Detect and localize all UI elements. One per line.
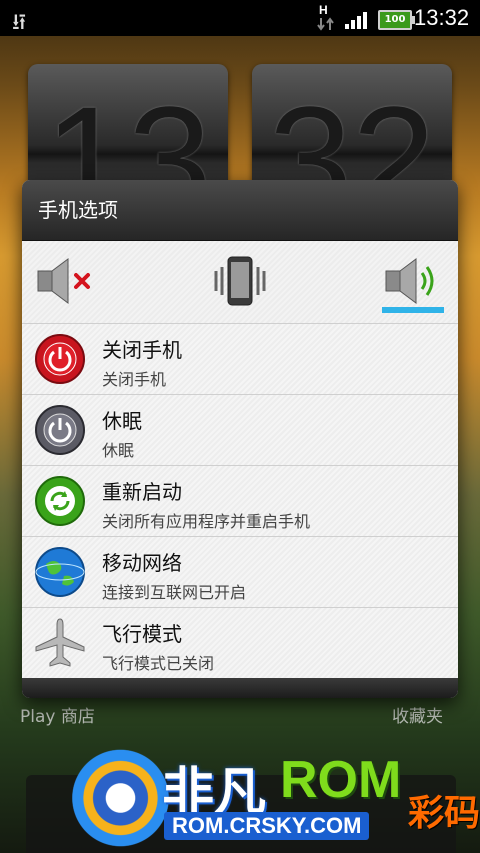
dialog-title: 手机选项 — [22, 180, 458, 241]
phone-options-dialog: 手机选项 关闭手机 关闭手机 休眠 休眠 重新启动 关闭所有应用程序并重启手机 … — [22, 180, 458, 698]
watermark-url: ROM.CRSKY.COM — [164, 812, 370, 840]
restart-icon — [35, 476, 85, 526]
network-type-label: H — [319, 3, 328, 17]
play-store-label: Play 商店 — [20, 707, 95, 727]
menu-item-subtitle: 关闭手机 — [102, 370, 167, 389]
usb-icon: ⭿ — [12, 11, 27, 36]
watermark-logo-icon — [60, 746, 170, 850]
menu-item-sleep[interactable]: 休眠 休眠 — [22, 395, 458, 466]
menu-item-mobile-network[interactable]: 移动网络 连接到互联网已开启 — [22, 537, 458, 608]
menu-item-subtitle: 连接到互联网已开启 — [102, 583, 247, 602]
globe-icon — [35, 547, 85, 597]
sound-on-icon[interactable] — [382, 251, 446, 311]
menu-item-restart[interactable]: 重新启动 关闭所有应用程序并重启手机 — [22, 466, 458, 537]
vibrate-icon[interactable] — [208, 251, 272, 311]
signal-icon — [345, 12, 367, 29]
favorites-label: 收藏夹 — [392, 707, 443, 727]
battery-level: 100 — [384, 14, 406, 25]
sleep-icon — [35, 405, 85, 455]
menu-item-title: 移动网络 — [102, 551, 182, 575]
watermark-title-en: ROM — [280, 751, 402, 809]
watermark: 非凡 ROM ROM.CRSKY.COM 彩码 — [60, 742, 480, 853]
airplane-icon — [35, 618, 85, 667]
menu-item-title: 关闭手机 — [102, 338, 182, 362]
mute-icon[interactable] — [34, 251, 98, 311]
selected-sound-indicator — [382, 307, 444, 313]
menu-item-subtitle: 飞行模式已关闭 — [102, 654, 215, 673]
power-off-icon — [35, 334, 85, 384]
menu-item-power-off[interactable]: 关闭手机 关闭手机 — [22, 324, 458, 395]
watermark-side: 彩码 — [408, 793, 480, 834]
battery-icon: 100 — [378, 10, 415, 30]
menu-item-title: 休眠 — [102, 409, 142, 433]
menu-item-title: 重新启动 — [102, 480, 182, 504]
menu-item-title: 飞行模式 — [102, 622, 182, 646]
status-time: 13:32 — [414, 5, 470, 30]
network-type-icon: H — [317, 3, 334, 31]
menu-item-subtitle: 关闭所有应用程序并重启手机 — [102, 512, 311, 531]
options-menu: 关闭手机 关闭手机 休眠 休眠 重新启动 关闭所有应用程序并重启手机 移动网络 … — [22, 324, 458, 679]
menu-item-subtitle: 休眠 — [102, 441, 135, 460]
dialog-bottom-bar — [22, 678, 458, 698]
menu-item-airplane-mode[interactable]: 飞行模式 飞行模式已关闭 — [22, 608, 458, 679]
status-bar: ⭿ H 100 13:32 — [0, 0, 480, 36]
